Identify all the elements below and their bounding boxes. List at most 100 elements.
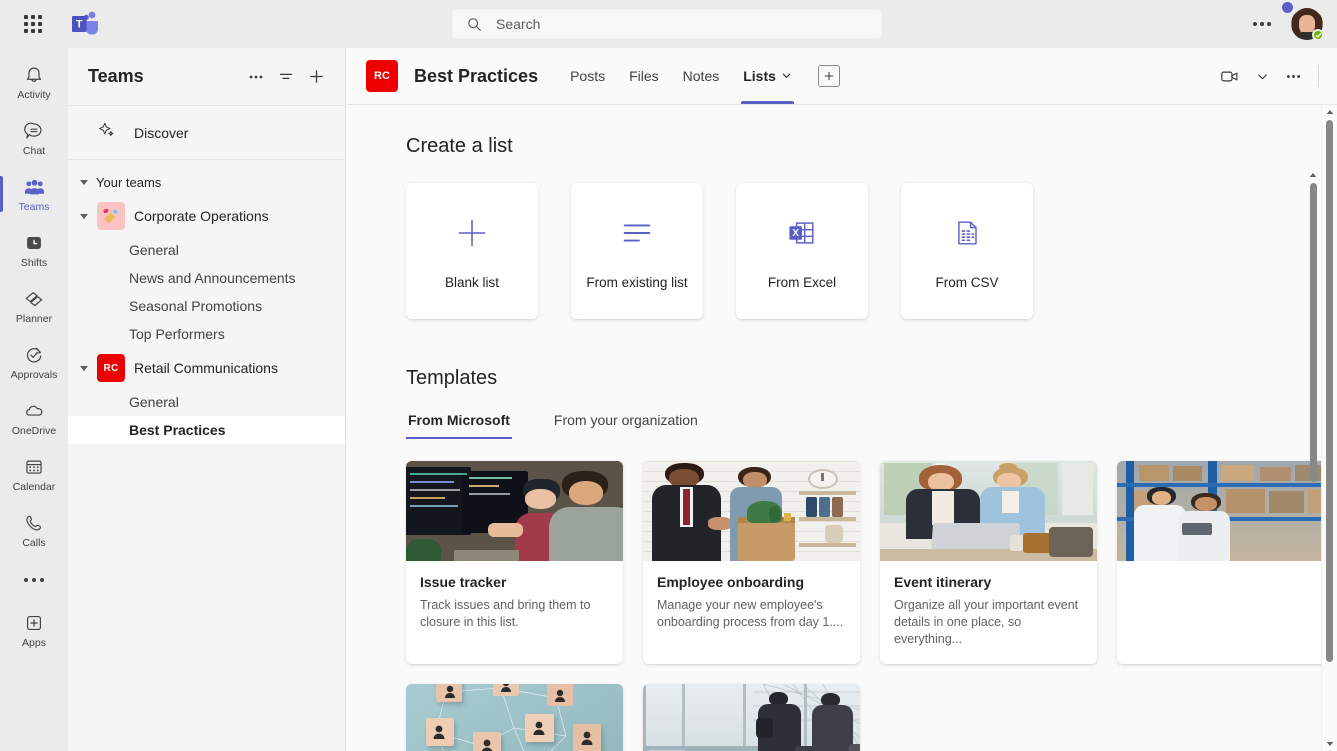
sidebar-item-teams[interactable]: Teams [0, 166, 68, 222]
tab-notes[interactable]: Notes [673, 48, 730, 104]
scrollbar-track[interactable] [1306, 182, 1320, 483]
channel-name: Seasonal Promotions [129, 298, 263, 314]
lists-content: Create a list Blank list From existing l… [346, 105, 1337, 751]
template-card-row2-3[interactable] [643, 684, 860, 751]
apps-plus-icon [22, 611, 46, 635]
teams-app-window: T Search Activity Chat Teams Shifts Plan… [0, 0, 1337, 751]
sidebar-item-activity[interactable]: Activity [0, 54, 68, 110]
search-bar[interactable]: Search [452, 9, 882, 39]
channel-seasonal-promotions[interactable]: Seasonal Promotions [68, 292, 345, 320]
template-card-row2-2[interactable] [406, 684, 623, 751]
scroll-up-icon[interactable] [1322, 105, 1337, 119]
sidebar-item-shifts[interactable]: Shifts [0, 222, 68, 278]
page-scrollbar[interactable] [1321, 105, 1337, 751]
content-scrollbar[interactable] [1306, 168, 1320, 483]
channel-news-and-announcements[interactable]: News and Announcements [68, 264, 345, 292]
sidebar-item-calls[interactable]: Calls [0, 502, 68, 558]
scrollbar-track[interactable] [1322, 119, 1337, 737]
teams-logo-icon[interactable]: T [69, 10, 99, 38]
tab-from-your-organization[interactable]: From your organization [552, 402, 700, 439]
cloud-icon [22, 399, 46, 423]
team-corporate-operations[interactable]: Corporate Operations [68, 196, 345, 236]
chevron-down-icon[interactable] [80, 365, 88, 371]
create-a-list-heading: Create a list [406, 135, 513, 157]
create-from-csv-card[interactable]: From CSV [901, 183, 1033, 319]
sidebar-item-label: Activity [17, 89, 51, 101]
app-launcher-icon[interactable] [22, 13, 44, 35]
scrollbar-thumb[interactable] [1326, 120, 1333, 663]
top-bar-right [1245, 0, 1324, 48]
tab-label: Posts [570, 68, 606, 84]
search-placeholder: Search [496, 16, 541, 32]
create-from-existing-list-card[interactable]: From existing list [571, 183, 703, 319]
template-card-employee-onboarding[interactable]: Employee onboarding Manage your new empl… [643, 461, 860, 664]
chevron-down-icon[interactable] [80, 213, 88, 219]
sidebar-item-label: Calls [22, 537, 46, 549]
tab-from-microsoft[interactable]: From Microsoft [406, 402, 512, 439]
sidebar-item-chat[interactable]: Chat [0, 110, 68, 166]
more-options-icon[interactable] [1279, 62, 1308, 91]
sidebar-item-label: Approvals [10, 369, 58, 381]
filter-icon[interactable] [271, 62, 301, 92]
template-name: Event itinerary [894, 574, 992, 590]
chevron-down-icon[interactable] [781, 68, 792, 84]
add-tab-icon[interactable] [817, 65, 840, 87]
join-or-create-team-icon[interactable] [301, 62, 331, 92]
discover-button[interactable]: Discover [68, 106, 345, 160]
phone-icon [22, 511, 46, 535]
channel-name: Best Practices [129, 422, 226, 438]
templates-grid: Issue tracker Track issues and bring the… [406, 461, 1337, 751]
team-name: Corporate Operations [134, 208, 269, 224]
tab-lists[interactable]: Lists [733, 48, 802, 104]
template-description: Organize all your important event detail… [894, 598, 1079, 646]
search-input[interactable]: Search [452, 9, 882, 39]
sidebar-item-apps[interactable]: Apps [0, 602, 68, 658]
calendar-icon [22, 455, 46, 479]
scrollbar-thumb[interactable] [1309, 183, 1317, 482]
sidebar-item-planner[interactable]: Planner [0, 278, 68, 334]
left-rail: Activity Chat Teams Shifts Planner Appro… [0, 48, 68, 751]
sidebar-item-label: Teams [18, 201, 50, 213]
more-options-icon[interactable] [1245, 14, 1279, 34]
templates-heading: Templates [406, 367, 498, 389]
more-options-icon[interactable] [241, 62, 271, 92]
avatar[interactable] [1282, 2, 1324, 41]
channel-general-retail[interactable]: General [68, 388, 345, 416]
create-list-cards: Blank list From existing list X From Exc… [406, 183, 1337, 319]
create-blank-list-card[interactable]: Blank list [406, 183, 538, 319]
create-from-excel-card[interactable]: X From Excel [736, 183, 868, 319]
tab-files[interactable]: Files [619, 48, 669, 104]
sidebar-item-label: Apps [22, 637, 46, 649]
sidebar-item-label: OneDrive [11, 425, 57, 437]
template-card-event-itinerary[interactable]: Event itinerary Organize all your import… [880, 461, 1097, 664]
bell-icon [22, 63, 46, 87]
template-image-warehouse-workers-with-tablet [1117, 461, 1334, 561]
channel-name: General [129, 394, 179, 410]
scroll-up-icon[interactable] [1305, 168, 1321, 182]
template-card-issue-tracker[interactable]: Issue tracker Track issues and bring the… [406, 461, 623, 664]
chevron-down-icon[interactable] [1250, 64, 1275, 89]
more-apps-icon[interactable] [24, 558, 44, 602]
sidebar-item-onedrive[interactable]: OneDrive [0, 390, 68, 446]
your-teams-group-header[interactable]: Your teams [68, 168, 345, 196]
sidebar-item-label: Calendar [12, 481, 56, 493]
channel-team-initials: RC [374, 70, 390, 82]
team-avatar: RC [97, 354, 125, 382]
teams-panel: Teams Discover Your teams Corporate Oper… [68, 48, 346, 751]
team-retail-communications[interactable]: RC Retail Communications [68, 348, 345, 388]
channel-top-performers[interactable]: Top Performers [68, 320, 345, 348]
channel-best-practices[interactable]: Best Practices [68, 416, 345, 444]
scroll-down-icon[interactable] [1322, 737, 1337, 751]
card-label: Blank list [444, 274, 500, 290]
discover-sparkle-icon [98, 121, 116, 144]
tab-posts[interactable]: Posts [560, 48, 615, 104]
sidebar-item-approvals[interactable]: Approvals [0, 334, 68, 390]
channel-team-avatar: RC [366, 60, 398, 92]
video-camera-icon[interactable] [1213, 60, 1246, 93]
template-description: Track issues and bring them to closure i… [420, 598, 591, 629]
tab-label: Lists [743, 68, 776, 84]
channel-general-corporate[interactable]: General [68, 236, 345, 264]
template-card-row2-1[interactable] [1117, 461, 1334, 664]
sidebar-item-calendar[interactable]: Calendar [0, 446, 68, 502]
template-text: Issue tracker Track issues and bring the… [406, 561, 623, 647]
